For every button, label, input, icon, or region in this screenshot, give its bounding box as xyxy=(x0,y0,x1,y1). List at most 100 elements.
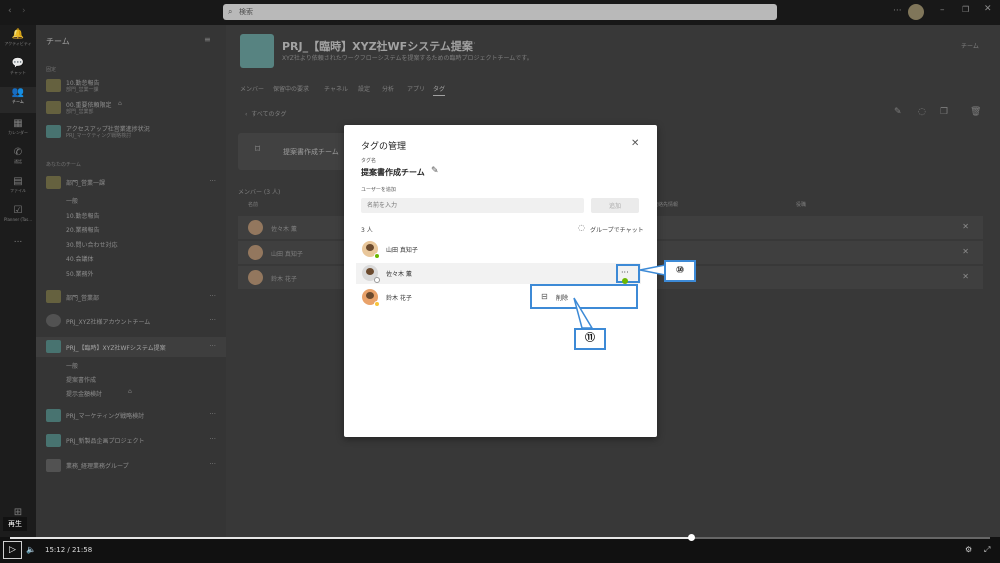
rail-activity[interactable]: 🔔 アクティビティ xyxy=(0,29,36,47)
file-icon: ▤ xyxy=(13,176,23,187)
delete-icon[interactable]: 🗑 xyxy=(970,107,981,117)
remove-icon[interactable]: ✕ xyxy=(962,247,969,256)
tag-icon: ⌑ xyxy=(255,144,261,155)
more-options-icon[interactable]: ··· xyxy=(209,435,216,443)
rail-more[interactable]: ... xyxy=(0,235,36,245)
close-window-icon[interactable]: ✕ xyxy=(984,4,992,14)
team-avatar xyxy=(46,459,61,472)
tab-tags[interactable]: タグ xyxy=(433,84,446,96)
forward-arrow-icon[interactable]: › xyxy=(22,6,26,16)
search-icon: ⌕ xyxy=(228,7,233,16)
team-title: PRJ_【臨時】XYZ社WFシステム提案 xyxy=(282,40,473,53)
rail-planner[interactable]: ☑ Planner (Tas... xyxy=(0,205,36,222)
tab-members[interactable]: メンバー xyxy=(240,84,264,93)
team-name[interactable]: PRJ_マーケティング戦略検討 xyxy=(66,411,144,420)
chat-icon[interactable]: ◌ xyxy=(918,107,926,117)
play-button[interactable]: ▷ xyxy=(3,541,22,559)
rail-files[interactable]: ▤ ファイル xyxy=(0,176,36,194)
team-logo xyxy=(240,34,274,68)
callout-10: ⑩ xyxy=(664,260,696,282)
channel-item[interactable]: 50.業務外 xyxy=(66,269,94,278)
remove-icon[interactable]: ✕ xyxy=(962,272,969,281)
app-rail: 🔔 アクティビティ 💬 チャット 👥 チーム ▦ カレンダー ✆ 通話 ▤ ファイル ☑ Pl… xyxy=(0,25,36,537)
name-input[interactable] xyxy=(361,198,584,213)
video-player-bar xyxy=(0,537,1000,563)
more-options-icon[interactable]: ··· xyxy=(209,460,216,468)
members-header: メンバー (3 人) xyxy=(238,189,281,196)
maximize-icon[interactable]: ❐ xyxy=(962,5,969,14)
rail-calls[interactable]: ✆ 通話 xyxy=(0,147,36,165)
team-name[interactable]: 業務_経理業務グループ xyxy=(66,461,129,470)
team-name[interactable]: PRJ_【臨時】XYZ社WFシステム提案 xyxy=(66,343,166,352)
team-avatar xyxy=(46,101,61,114)
progress-handle[interactable] xyxy=(688,534,695,541)
team-name[interactable]: PRJ_新製品企画プロジェクト xyxy=(66,436,145,445)
edit-icon[interactable]: ✎ xyxy=(894,107,902,117)
settings-icon[interactable]: ⚙ xyxy=(965,545,972,554)
team-button[interactable]: チーム xyxy=(961,41,979,50)
teams-sidebar: チーム ≡ 固定 10.勤怠報告 部門_営業一課 00.重要依頼限定 ⌂ 部門_… xyxy=(36,25,226,537)
channel-item[interactable]: 10.勤怠報告 xyxy=(66,211,100,220)
tab-analytics[interactable]: 分析 xyxy=(382,84,394,93)
column-role: 役職 xyxy=(796,202,807,208)
play-icon: ▷ xyxy=(9,545,16,555)
more-options-icon[interactable]: ··· xyxy=(209,342,216,350)
time-display: 15:12 / 21:58 xyxy=(45,546,93,554)
tag-card[interactable]: ⌑ 提案書作成チーム xyxy=(238,133,358,170)
remove-icon[interactable]: ✕ xyxy=(962,222,969,231)
volume-icon[interactable]: 🔈 xyxy=(26,545,36,554)
more-options-icon[interactable]: ··· xyxy=(468,39,476,48)
tab-apps[interactable]: アプリ xyxy=(407,84,425,93)
avatar xyxy=(248,270,263,285)
channel-item[interactable]: 一般 xyxy=(66,196,78,205)
rail-calendar[interactable]: ▦ カレンダー xyxy=(0,118,36,136)
search-box[interactable]: ⌕ 検索 xyxy=(223,4,777,20)
rail-teams[interactable]: 👥 チーム xyxy=(0,87,36,113)
back-arrow-icon[interactable]: ‹ xyxy=(8,6,12,16)
edit-icon[interactable]: ✎ xyxy=(431,166,439,176)
group-chat-link[interactable]: グループでチャット xyxy=(590,225,644,234)
back-link[interactable]: ‹ すべてのタグ xyxy=(245,109,287,118)
more-options-icon[interactable]: ··· xyxy=(209,316,216,324)
team-avatar xyxy=(46,434,61,447)
close-icon[interactable]: ✕ xyxy=(631,138,639,149)
chat-icon[interactable]: ◌ xyxy=(578,223,585,232)
rail-chat[interactable]: 💬 チャット xyxy=(0,58,36,76)
channel-item[interactable]: 20.業務報告 xyxy=(66,225,100,234)
team-name[interactable]: 部門_営業部 xyxy=(66,293,99,302)
member-row[interactable]: 山田 真知子 xyxy=(356,239,641,260)
channel-item[interactable]: 提示金額検討 xyxy=(66,389,102,398)
team-avatar xyxy=(46,409,61,422)
bell-icon: 🔔 xyxy=(11,29,25,40)
more-options-icon[interactable]: ··· xyxy=(209,410,216,418)
avatar xyxy=(248,245,263,260)
more-options-icon[interactable]: ··· xyxy=(209,292,216,300)
team-name[interactable]: 部門_営業一課 xyxy=(66,178,105,187)
lock-icon: ⌂ xyxy=(118,100,122,107)
minimize-icon[interactable]: – xyxy=(940,5,945,15)
tab-settings[interactable]: 設定 xyxy=(358,84,370,93)
remove-person-icon: ⊟ xyxy=(541,292,548,301)
lock-icon: ⌂ xyxy=(128,388,132,395)
channel-item[interactable]: 30.問い合わせ対応 xyxy=(66,240,118,249)
team-name[interactable]: PRJ_XYZ社様アカウントチーム xyxy=(66,317,150,326)
team-avatar xyxy=(46,176,61,189)
tab-pending[interactable]: 保留中の要求 xyxy=(273,84,309,93)
more-options-icon[interactable]: ··· xyxy=(209,177,216,185)
fullscreen-icon[interactable]: ⤢ xyxy=(984,545,990,555)
user-avatar[interactable] xyxy=(908,4,924,20)
more-options-icon[interactable]: ··· xyxy=(893,6,902,16)
team-avatar xyxy=(46,340,61,353)
calendar-icon: ▦ xyxy=(13,118,23,129)
add-button[interactable]: 追加 xyxy=(591,198,639,213)
search-placeholder: 検索 xyxy=(239,8,253,16)
channel-item[interactable]: 40.会議体 xyxy=(66,254,94,263)
filter-icon[interactable]: ≡ xyxy=(204,35,211,44)
team-description: XYZ社より依頼されたワークフローシステムを提案するための臨時プロジェクトチーム… xyxy=(282,55,533,62)
tag-name: 提案書作成チーム xyxy=(361,168,425,177)
tab-channels[interactable]: チャネル xyxy=(324,84,348,93)
copy-icon[interactable]: ❐ xyxy=(940,107,948,117)
teams-icon: 👥 xyxy=(11,87,25,98)
channel-item[interactable]: 提案書作成 xyxy=(66,375,96,384)
channel-item[interactable]: 一般 xyxy=(66,361,78,370)
